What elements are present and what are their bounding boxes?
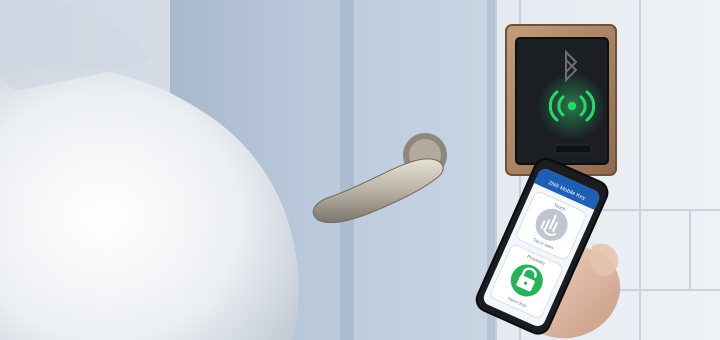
- door-access-scene: 2N® Mobile Key Touch Tap to open Proximi…: [0, 0, 720, 340]
- door-edge: [340, 0, 354, 340]
- reader-slot: [554, 144, 592, 154]
- nfc-signal-icon: [538, 72, 606, 140]
- access-reader[interactable]: [505, 24, 617, 176]
